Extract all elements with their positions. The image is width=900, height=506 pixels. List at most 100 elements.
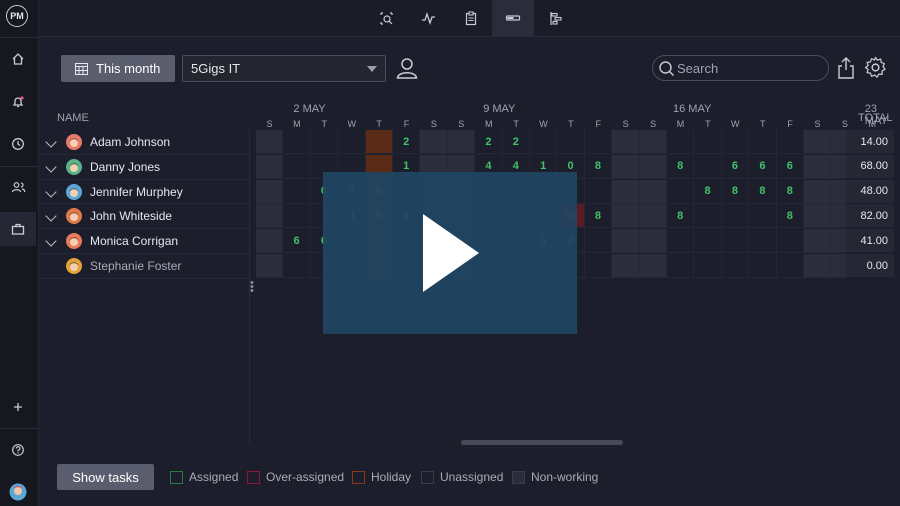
grid-cell[interactable]: 2 bbox=[502, 130, 530, 154]
grid-cell[interactable] bbox=[557, 130, 585, 154]
briefcase-icon[interactable] bbox=[0, 212, 36, 246]
grid-cell[interactable] bbox=[283, 204, 311, 229]
resource-row[interactable]: Stephanie Foster bbox=[39, 254, 249, 279]
grid-cell[interactable]: 6 bbox=[283, 229, 311, 254]
grid-cell[interactable]: 6 bbox=[776, 154, 804, 179]
grid-cell[interactable]: 8 bbox=[776, 179, 804, 204]
resource-row[interactable]: Adam Johnson bbox=[39, 130, 249, 155]
resource-row[interactable]: John Whiteside bbox=[39, 204, 249, 230]
grid-cell[interactable] bbox=[256, 130, 284, 154]
this-month-button[interactable]: This month bbox=[61, 55, 175, 82]
clock-icon[interactable] bbox=[0, 127, 36, 161]
board-search-icon[interactable] bbox=[365, 0, 407, 36]
grid-cell[interactable] bbox=[721, 130, 750, 154]
grid-cell[interactable]: 6 bbox=[721, 154, 750, 179]
grid-cell[interactable] bbox=[749, 130, 777, 154]
grid-cell[interactable] bbox=[283, 130, 311, 154]
resize-handle[interactable]: • • • bbox=[250, 278, 254, 297]
home-icon[interactable] bbox=[0, 42, 36, 76]
grid-cell[interactable] bbox=[256, 204, 284, 229]
grid-cell[interactable] bbox=[694, 154, 722, 179]
grid-cell[interactable] bbox=[612, 229, 640, 254]
project-select[interactable]: 5Gigs IT bbox=[182, 55, 386, 82]
expand-chevron-icon[interactable] bbox=[45, 136, 57, 148]
grid-cell[interactable]: 2 bbox=[475, 130, 503, 154]
grid-cell[interactable] bbox=[639, 179, 667, 204]
grid-cell[interactable] bbox=[612, 179, 640, 204]
search-input[interactable]: Search bbox=[652, 55, 829, 81]
grid-cell[interactable] bbox=[721, 229, 750, 254]
grid-cell[interactable] bbox=[749, 204, 777, 229]
grid-cell[interactable] bbox=[447, 130, 476, 154]
grid-cell[interactable] bbox=[639, 229, 667, 254]
grid-cell[interactable] bbox=[804, 204, 832, 229]
team-icon[interactable] bbox=[0, 170, 36, 204]
grid-cell[interactable] bbox=[721, 254, 750, 278]
grid-cell[interactable] bbox=[804, 254, 832, 278]
grid-cell[interactable] bbox=[749, 254, 777, 278]
grid-cell[interactable] bbox=[639, 130, 667, 154]
grid-cell[interactable] bbox=[584, 130, 613, 154]
user-avatar[interactable] bbox=[0, 475, 36, 506]
grid-cell[interactable] bbox=[694, 204, 722, 229]
workload-icon[interactable] bbox=[492, 0, 534, 36]
grid-cell[interactable] bbox=[256, 179, 284, 204]
grid-cell[interactable] bbox=[749, 229, 777, 254]
grid-cell[interactable] bbox=[694, 130, 722, 154]
pulse-icon[interactable] bbox=[407, 0, 449, 36]
expand-chevron-icon[interactable] bbox=[45, 161, 57, 173]
grid-cell[interactable] bbox=[256, 254, 284, 278]
grid-cell[interactable] bbox=[530, 130, 558, 154]
horizontal-scrollbar[interactable] bbox=[461, 440, 623, 445]
grid-cell[interactable] bbox=[584, 254, 613, 278]
grid-cell[interactable] bbox=[283, 254, 311, 278]
bell-icon[interactable] bbox=[0, 85, 36, 119]
expand-chevron-icon[interactable] bbox=[45, 185, 57, 198]
user-filter-icon[interactable] bbox=[395, 56, 419, 85]
grid-cell[interactable] bbox=[667, 254, 695, 278]
grid-cell[interactable] bbox=[256, 154, 284, 179]
plus-icon[interactable] bbox=[0, 390, 36, 424]
grid-cell[interactable]: 8 bbox=[584, 154, 613, 179]
grid-cell[interactable] bbox=[667, 229, 695, 254]
grid-cell[interactable] bbox=[584, 179, 613, 204]
expand-chevron-icon[interactable] bbox=[45, 235, 57, 247]
grid-cell[interactable] bbox=[776, 130, 804, 154]
show-tasks-button[interactable]: Show tasks bbox=[57, 464, 154, 490]
pm-logo[interactable]: PM bbox=[6, 5, 28, 27]
grid-cell[interactable] bbox=[338, 130, 366, 154]
grid-cell[interactable] bbox=[310, 130, 339, 154]
video-overlay[interactable] bbox=[323, 172, 577, 334]
grid-cell[interactable] bbox=[804, 130, 832, 154]
grid-cell[interactable]: 8 bbox=[584, 204, 613, 229]
grid-cell[interactable] bbox=[584, 229, 613, 254]
help-icon[interactable] bbox=[0, 433, 36, 467]
grid-cell[interactable] bbox=[667, 179, 695, 204]
grid-cell[interactable] bbox=[365, 130, 393, 154]
name-column-header[interactable]: NAME bbox=[57, 112, 89, 124]
gear-icon[interactable] bbox=[864, 56, 887, 84]
grid-cell[interactable]: 8 bbox=[694, 179, 722, 204]
grid-cell[interactable]: 8 bbox=[667, 204, 695, 229]
grid-cell[interactable]: 8 bbox=[667, 154, 695, 179]
grid-cell[interactable] bbox=[612, 254, 640, 278]
grid-cell[interactable] bbox=[721, 204, 750, 229]
grid-cell[interactable] bbox=[804, 179, 832, 204]
grid-cell[interactable] bbox=[804, 229, 832, 254]
grid-cell[interactable] bbox=[639, 154, 667, 179]
grid-cell[interactable] bbox=[694, 254, 722, 278]
grid-cell[interactable] bbox=[639, 254, 667, 278]
resource-row[interactable]: Monica Corrigan bbox=[39, 229, 249, 254]
grid-cell[interactable] bbox=[283, 154, 311, 179]
grid-cell[interactable]: 8 bbox=[749, 179, 777, 204]
play-icon[interactable] bbox=[423, 214, 479, 292]
grid-cell[interactable]: 2 bbox=[393, 130, 421, 154]
grid-cell[interactable]: 6 bbox=[749, 154, 777, 179]
grid-cell[interactable] bbox=[776, 254, 804, 278]
grid-cell[interactable] bbox=[420, 130, 448, 154]
grid-cell[interactable]: 8 bbox=[721, 179, 750, 204]
grid-cell[interactable] bbox=[283, 179, 311, 204]
resource-row[interactable]: Jennifer Murphey bbox=[39, 180, 249, 205]
grid-cell[interactable] bbox=[612, 130, 640, 154]
clipboard-icon[interactable] bbox=[450, 0, 492, 36]
